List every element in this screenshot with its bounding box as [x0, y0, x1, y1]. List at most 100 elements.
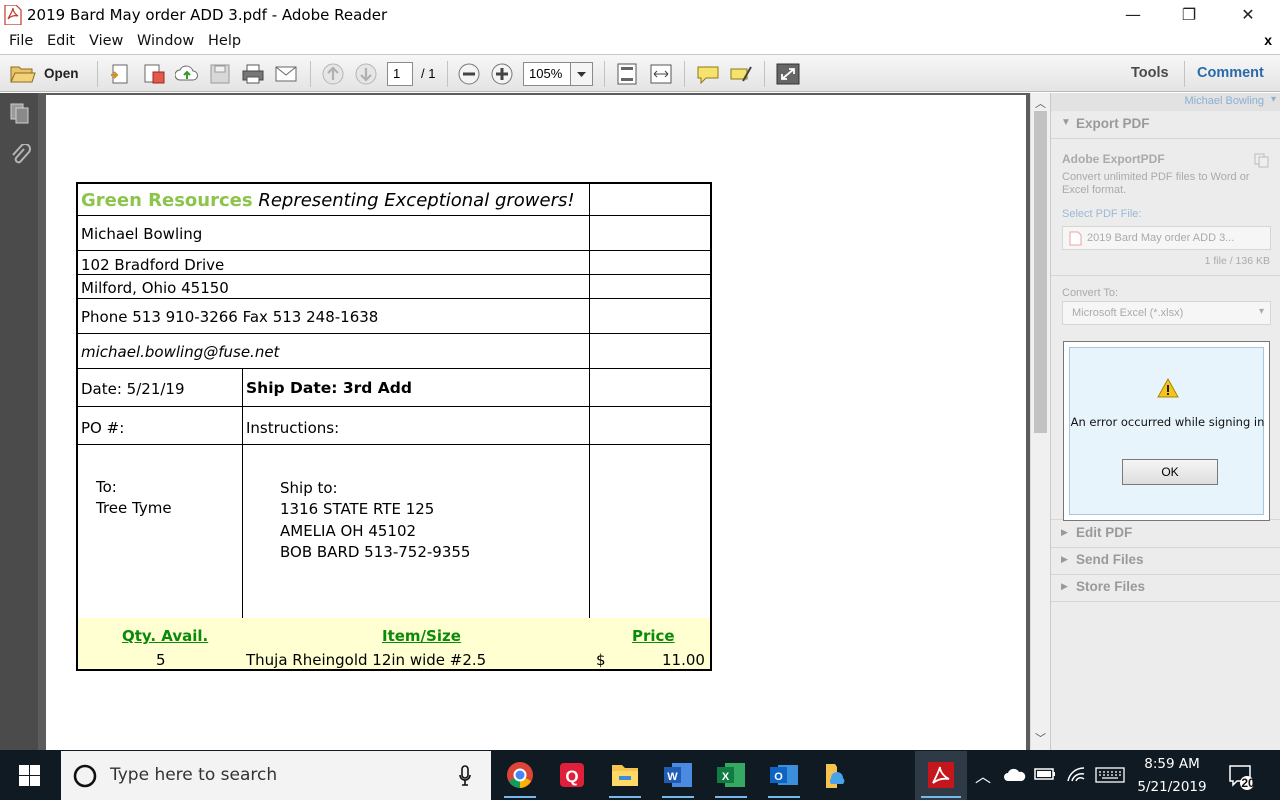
column-qty-available: Qty. Avail. — [122, 627, 209, 645]
export-info-icon[interactable] — [1253, 152, 1269, 168]
warning-icon — [1157, 378, 1179, 398]
onedrive-icon[interactable] — [1003, 766, 1027, 782]
send-files-header[interactable]: Send Files — [1076, 552, 1144, 567]
file-size-info: 1 file / 136 KB — [1204, 255, 1270, 267]
combine-files-icon[interactable] — [142, 63, 166, 85]
ship-date: Ship Date: 3rd Add — [246, 379, 412, 397]
open-button[interactable]: Open — [8, 62, 88, 86]
email-icon[interactable] — [274, 63, 298, 85]
adobe-reader-icon[interactable] — [917, 752, 965, 798]
create-pdf-icon[interactable] — [109, 63, 133, 85]
previous-page-icon[interactable] — [321, 63, 345, 85]
microphone-icon[interactable] — [458, 765, 472, 787]
contact-name: Michael Bowling — [81, 225, 203, 243]
phone-fax: Phone 513 910-3266 Fax 513 248-1638 — [81, 308, 379, 326]
page-total: / 1 — [421, 66, 436, 81]
instructions: Instructions: — [246, 419, 340, 437]
ok-button[interactable]: OK — [1122, 459, 1218, 485]
user-chevron-icon[interactable]: ▾ — [1271, 94, 1276, 105]
convert-format-value: Microsoft Excel (*.xlsx) — [1072, 307, 1184, 319]
comment-pane-button[interactable]: Comment — [1197, 65, 1264, 81]
error-dialog-body: An error occurred while signing in OK — [1069, 347, 1264, 515]
select-pdf-label: Select PDF File: — [1062, 208, 1142, 220]
zoom-dropdown[interactable] — [570, 62, 593, 86]
document-scrollbar[interactable]: ︿ ﹀ — [1030, 93, 1050, 750]
convert-format-select[interactable]: Microsoft Excel (*.xlsx) ▾ — [1062, 301, 1271, 325]
form-rule — [78, 250, 710, 251]
highlight-text-icon[interactable] — [729, 63, 753, 85]
notification-count: 20 — [1241, 776, 1255, 790]
show-hidden-icons-icon[interactable]: ︿ — [975, 763, 991, 787]
scroll-down-icon[interactable]: ﹀ — [1035, 730, 1046, 746]
page-thumbnails-icon[interactable] — [9, 102, 31, 124]
menu-view[interactable]: View — [89, 33, 123, 49]
fit-page-icon[interactable] — [615, 63, 639, 85]
zoom-out-icon[interactable] — [457, 63, 481, 85]
zoom-level-input[interactable]: 105% — [523, 62, 571, 86]
row-qty: 5 — [156, 651, 166, 669]
windows-start-icon[interactable] — [19, 765, 40, 786]
print-icon[interactable] — [241, 63, 265, 85]
svg-text:O: O — [774, 771, 783, 783]
row-item: Thuja Rheingold 12in wide #2.5 — [246, 651, 487, 669]
company-name: Green Resources — [81, 190, 253, 211]
word-icon[interactable]: W — [654, 752, 702, 798]
adobe-exportpdf-title: Adobe ExportPDF — [1062, 152, 1165, 166]
chevron-down-icon: ▾ — [1258, 306, 1264, 317]
next-page-icon[interactable] — [354, 63, 378, 85]
toolbar-separator — [684, 61, 685, 87]
ship-to-line: AMELIA OH 45102 — [280, 522, 417, 540]
folder-open-icon — [10, 66, 36, 83]
zoom-in-icon[interactable] — [490, 63, 514, 85]
menu-help[interactable]: Help — [208, 33, 241, 49]
clock-date[interactable]: 5/21/2019 — [1133, 779, 1211, 795]
battery-icon[interactable] — [1034, 767, 1056, 781]
form-rule — [242, 368, 243, 618]
ship-to-line: BOB BARD 513-752-9355 — [280, 543, 471, 561]
sticky-note-icon[interactable] — [696, 63, 720, 85]
export-pdf-header[interactable]: Export PDF — [1076, 116, 1150, 131]
to-name: Tree Tyme — [96, 499, 172, 517]
store-files-header[interactable]: Store Files — [1076, 579, 1145, 594]
fit-width-icon[interactable] — [649, 63, 673, 85]
edit-pdf-header[interactable]: Edit PDF — [1076, 525, 1132, 540]
menu-file[interactable]: File — [9, 33, 33, 49]
cloud-upload-icon[interactable] — [175, 63, 199, 85]
quicken-icon[interactable]: Q — [548, 752, 596, 798]
scrollbar-thumb[interactable] — [1034, 111, 1047, 433]
minimize-button[interactable]: — — [1110, 0, 1156, 30]
keyboard-icon[interactable] — [1095, 767, 1125, 783]
attachments-icon[interactable] — [9, 144, 31, 166]
maximize-button[interactable]: ❐ — [1166, 0, 1212, 30]
toolbar-separator — [310, 61, 311, 87]
save-icon[interactable] — [208, 63, 232, 85]
selected-file-field[interactable]: 2019 Bard May order ADD 3... — [1062, 226, 1271, 250]
excel-icon[interactable]: X — [707, 752, 755, 798]
wifi-icon[interactable] — [1066, 765, 1086, 783]
signed-in-user[interactable]: Michael Bowling — [1185, 95, 1264, 107]
close-window-button[interactable]: ✕ — [1225, 0, 1271, 30]
folder-shortcut-icon[interactable] — [813, 752, 861, 798]
tools-pane-button[interactable]: Tools — [1131, 65, 1169, 81]
pdf-file-icon — [1069, 231, 1082, 246]
menu-edit[interactable]: Edit — [47, 33, 75, 49]
row-price: 11.00 — [662, 651, 705, 669]
scroll-up-icon[interactable]: ︿ — [1035, 95, 1046, 111]
error-dialog: An error occurred while signing in OK — [1063, 341, 1270, 521]
divider — [1051, 138, 1280, 139]
close-document-button[interactable]: x — [1264, 32, 1272, 48]
clock-time[interactable]: 8:59 AM — [1133, 756, 1211, 772]
full-screen-icon[interactable] — [776, 63, 800, 85]
form-rule — [78, 368, 710, 369]
file-explorer-icon[interactable] — [601, 752, 649, 798]
address-line-1: 102 Bradford Drive — [81, 256, 225, 274]
outlook-icon[interactable]: O — [760, 752, 808, 798]
cortana-icon — [73, 764, 97, 788]
email-address: michael.bowling@fuse.net — [81, 343, 280, 361]
form-rule — [78, 298, 710, 299]
page-number-input[interactable]: 1 — [387, 62, 413, 86]
menu-window[interactable]: Window — [137, 33, 194, 49]
chrome-icon[interactable] — [496, 752, 544, 798]
column-item-size: Item/Size — [382, 627, 461, 645]
taskbar-search-box[interactable]: Type here to search — [61, 751, 491, 800]
